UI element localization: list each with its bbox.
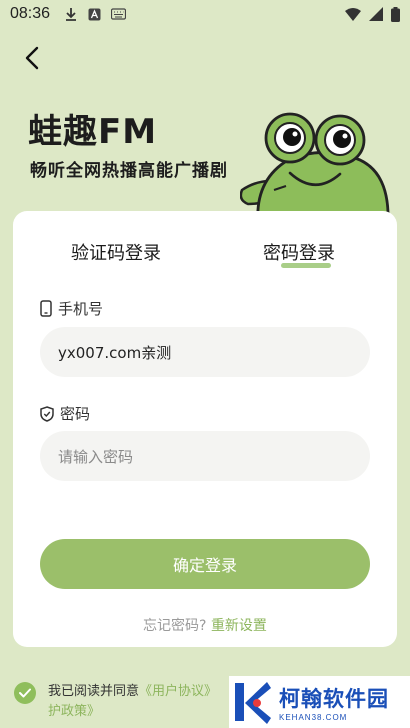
app-title: 蛙趣FM (28, 112, 158, 152)
reset-password-link[interactable]: 重新设置 (211, 618, 267, 634)
watermark: 柯翰软件园 KEHAN38.COM (229, 676, 410, 728)
check-icon (19, 688, 31, 698)
privacy-policy-link[interactable]: 护政策》 (48, 704, 100, 719)
agreement-prefix: 我已阅读并同意 (48, 684, 140, 699)
password-input[interactable]: 请输入密码 (40, 431, 370, 481)
watermark-title: 柯翰软件园 (279, 686, 389, 711)
frog-mascot-illustration (240, 112, 390, 223)
wifi-icon (345, 7, 361, 21)
back-button[interactable] (18, 44, 46, 72)
app-subtitle: 畅听全网热播高能广播剧 (30, 161, 228, 181)
phone-icon (40, 300, 52, 317)
forgot-password-text: 忘记密码? (143, 618, 207, 634)
status-bar: 08:36 (0, 0, 410, 28)
phone-label: 手机号 (40, 298, 103, 319)
active-tab-indicator (281, 263, 331, 268)
shield-icon (40, 405, 54, 422)
watermark-text: 柯翰软件园 KEHAN38.COM (279, 683, 389, 722)
tab-sms-login[interactable]: 验证码登录 (71, 239, 161, 265)
app-a-icon (88, 8, 101, 20)
download-icon (66, 8, 77, 21)
battery-icon (391, 6, 400, 22)
login-card: 验证码登录 密码登录 手机号 yx007.com亲测 密码 请输入密码 确定登录… (13, 211, 397, 647)
phone-label-text: 手机号 (58, 300, 104, 318)
user-agreement-link[interactable]: 《用户协议》 (139, 684, 217, 699)
tab-password-login[interactable]: 密码登录 (263, 239, 335, 265)
k-logo-icon (235, 682, 271, 724)
chevron-left-icon (25, 46, 39, 70)
login-tabs: 验证码登录 密码登录 (13, 239, 397, 279)
agreement-checkbox[interactable] (14, 682, 36, 704)
watermark-url: KEHAN38.COM (279, 712, 348, 722)
phone-input[interactable]: yx007.com亲测 (40, 327, 370, 377)
password-label: 密码 (40, 403, 90, 424)
status-time: 08:36 (10, 5, 51, 22)
keyboard-icon (111, 8, 127, 20)
notification-icons (64, 7, 127, 21)
confirm-login-button[interactable]: 确定登录 (40, 539, 370, 589)
password-label-text: 密码 (60, 405, 91, 423)
system-icons (345, 6, 400, 22)
agreement-row: 我已阅读并同意《用户协议》 护政策》 (14, 682, 234, 722)
signal-icon (369, 7, 383, 21)
forgot-password-row: 忘记密码? 重新设置 (13, 615, 397, 635)
agreement-text: 我已阅读并同意《用户协议》 护政策》 (48, 682, 217, 722)
